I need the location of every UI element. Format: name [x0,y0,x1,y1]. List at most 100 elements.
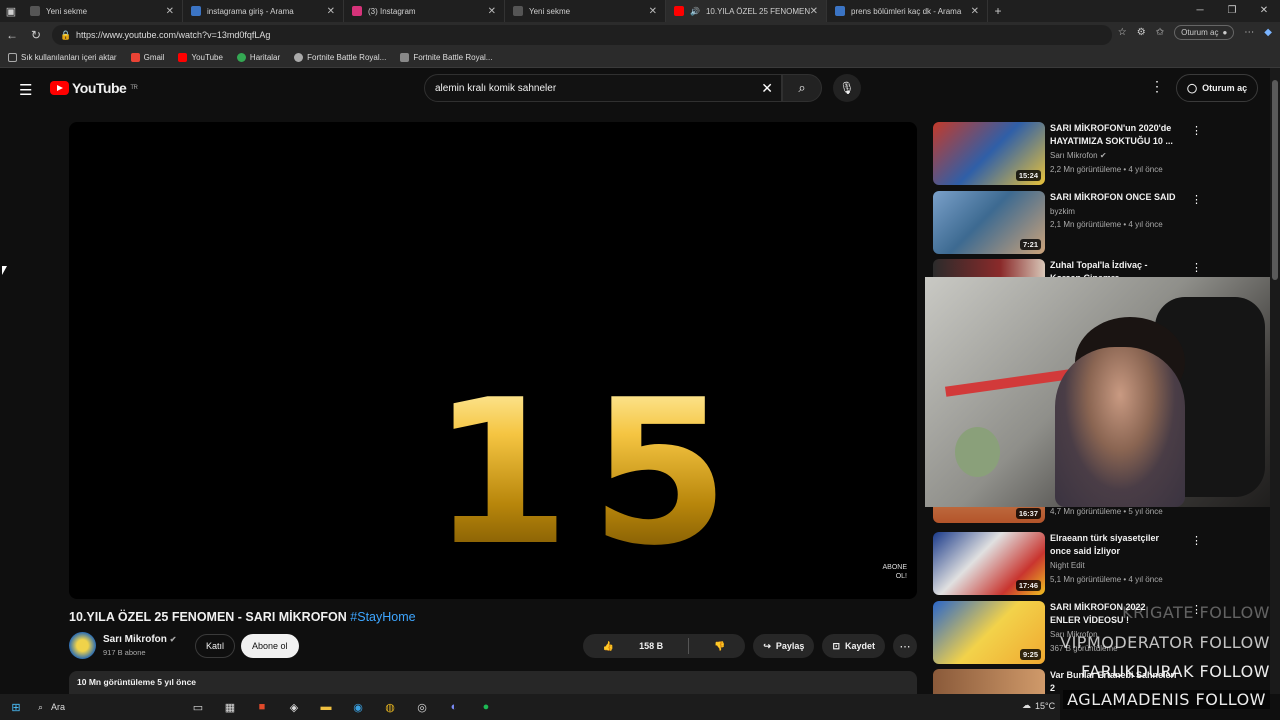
file-explorer-icon[interactable]: ▬ [315,696,337,718]
browser-tab-4[interactable]: Yeni sekme ✕ [505,0,666,22]
window-close-icon[interactable]: ✕ [1248,0,1280,22]
tab-close-icon[interactable]: ✕ [327,6,335,17]
tab-close-icon[interactable]: ✕ [971,6,979,17]
bookmark-import[interactable]: Sık kullanılanları içeri aktar [8,53,117,62]
microphone-icon: 🎙 [839,81,855,95]
menu-icon[interactable]: ☰ [19,81,32,99]
scrollbar-thumb[interactable] [1272,80,1278,280]
dislike-button[interactable]: 👎 [694,634,745,658]
bookmark-fortnite-1[interactable]: Fortnite Battle Royal... [294,53,386,62]
verified-icon: ✔ [1099,151,1107,160]
settings-kebab-icon[interactable]: ⋮ [1150,78,1164,95]
youtube-header: ☰ YouTube TR alemin kralı komik sahneler … [0,68,1268,108]
url-field[interactable]: 🔒 https://www.youtube.com/watch?v=13md0f… [52,25,1112,45]
favorites-icon[interactable]: ✩ [1156,27,1164,38]
page-scrollbar[interactable] [1270,68,1280,694]
search-button[interactable]: ⌕ [782,74,822,102]
youtube-signin-button[interactable]: ◯ Oturum aç [1176,74,1259,102]
recommendation-title[interactable]: SARI MİKROFON ONCE SAID [1050,191,1178,204]
browser-signin-button[interactable]: Oturum aç ● [1174,25,1235,40]
window-controls: ─ ❐ ✕ [1184,0,1280,22]
item-kebab-icon[interactable]: ⋮ [1191,261,1202,274]
video-player[interactable]: 15 ABONE OL! [69,122,917,599]
search-input[interactable]: alemin kralı komik sahneler ✕ [424,74,782,102]
windows-start-icon[interactable]: ⊞ [5,696,27,718]
new-tab-icon[interactable]: + [988,4,1008,18]
tab-close-icon[interactable]: ✕ [649,6,657,17]
tab-close-icon[interactable]: ✕ [166,6,174,17]
search-icon: ⌕ [798,80,806,95]
share-button[interactable]: ↪ Paylaş [753,634,815,658]
channel-avatar[interactable] [69,632,96,659]
edge-icon[interactable]: ◉ [347,696,369,718]
app-icon[interactable]: ◈ [283,696,305,718]
tab-actions-icon[interactable]: ▣ [0,0,22,22]
subscribe-watermark[interactable]: ABONE OL! [882,563,907,581]
copilot-icon[interactable]: ◆ [1264,27,1272,38]
recommendation-title[interactable]: Elraeann türk siyasetçiler once said İzl… [1050,532,1178,558]
tab-favicon-icon [30,6,40,16]
video-thumbnail[interactable]: 15:24 [933,122,1045,185]
clear-search-icon[interactable]: ✕ [761,80,773,97]
recommendation-channel[interactable]: Sarı Mikrofon ✔ [1050,151,1107,160]
voice-search-button[interactable]: 🎙 [833,74,861,102]
join-button[interactable]: Katıl [195,634,236,658]
youtube-icon [178,53,188,62]
more-actions-button[interactable]: ⋯ [893,634,917,658]
browser-tab-3[interactable]: (3) Instagram ✕ [344,0,505,22]
recommendation-item[interactable]: 15:24 SARI MİKROFON'un 2020'de HAYATIMIZ… [933,122,1268,186]
taskbar-search[interactable]: ⌕ Ara [32,702,182,713]
channel-row: Sarı Mikrofon ✔ 917 B abone Katıl Abone … [69,632,917,660]
save-button[interactable]: ⊡ Kaydet [822,634,885,658]
channel-name[interactable]: Sarı Mikrofon ✔ [103,634,176,645]
back-icon[interactable]: ← [0,28,24,42]
video-thumbnail[interactable]: 17:46 [933,532,1045,595]
youtube-logo[interactable]: YouTube TR [50,80,138,96]
weather-widget[interactable]: ☁ 15°C [1022,700,1055,711]
yoda-figure [955,427,1000,477]
maximize-icon[interactable]: ❐ [1216,0,1248,22]
logo-text: YouTube [72,80,127,96]
item-kebab-icon[interactable]: ⋮ [1191,534,1202,547]
share-icon: ↪ [763,640,771,651]
bookmark-youtube[interactable]: YouTube [178,53,223,62]
chrome-icon[interactable]: ◍ [379,696,401,718]
store-icon[interactable]: ▦ [219,696,241,718]
video-title-text: 10.YILA ÖZEL 25 FENOMEN - SARI MİKROFON [69,610,351,624]
like-button[interactable]: 👍 158 B [583,634,683,658]
recommendation-channel[interactable]: byzkim [1050,207,1075,216]
refresh-icon[interactable]: ↻ [24,28,48,42]
bookmark-fortnite-2[interactable]: Fortnite Battle Royal... [400,53,492,62]
browser-tab-1[interactable]: Yeni sekme ✕ [22,0,183,22]
browser-tab-6[interactable]: prens bölümleri kaç dk - Arama ✕ [827,0,988,22]
spotify-icon[interactable]: ● [475,696,497,718]
favorite-star-icon[interactable]: ☆ [1118,27,1127,38]
item-kebab-icon[interactable]: ⋮ [1191,124,1202,137]
item-kebab-icon[interactable]: ⋮ [1191,193,1202,206]
recommendation-title[interactable]: SARI MİKROFON'un 2020'de HAYATIMIZA SOKT… [1050,122,1178,148]
more-menu-icon[interactable]: ⋯ [1244,27,1254,38]
tab-close-icon[interactable]: ✕ [810,6,818,17]
browser-tab-5-active[interactable]: 🔊 10.YILA ÖZEL 25 FENOMEN ✕ [666,0,827,22]
office-icon[interactable]: ■ [251,696,273,718]
minimize-icon[interactable]: ─ [1184,0,1216,22]
hashtag-link[interactable]: #StayHome [350,610,415,624]
recommendation-item[interactable]: 7:21 SARI MİKROFON ONCE SAID byzkim 2,1 … [933,191,1268,255]
recommendation-item[interactable]: 17:46 Elraeann türk siyasetçiler once sa… [933,532,1268,596]
speaker-icon[interactable]: 🔊 [690,7,700,16]
recommendation-meta: 2,2 Mn görüntüleme • 4 yıl önce [1050,165,1163,174]
browser-tab-2[interactable]: instagrama giriş - Arama ✕ [183,0,344,22]
video-thumbnail[interactable]: 7:21 [933,191,1045,254]
extensions-icon[interactable]: ⚙ [1137,27,1146,38]
logo-region: TR [130,85,138,91]
bookmark-gmail[interactable]: Gmail [130,53,164,62]
subscribe-button[interactable]: Abone ol [241,634,299,658]
video-thumbnail[interactable] [933,669,1045,694]
video-thumbnail[interactable]: 9:25 [933,601,1045,664]
discord-icon[interactable]: ◐ [443,696,465,718]
task-view-icon[interactable]: ▭ [187,696,209,718]
app-icon[interactable]: ◎ [411,696,433,718]
bookmark-maps[interactable]: Haritalar [236,53,280,62]
recommendation-channel[interactable]: Night Edit [1050,561,1085,570]
tab-close-icon[interactable]: ✕ [488,6,496,17]
